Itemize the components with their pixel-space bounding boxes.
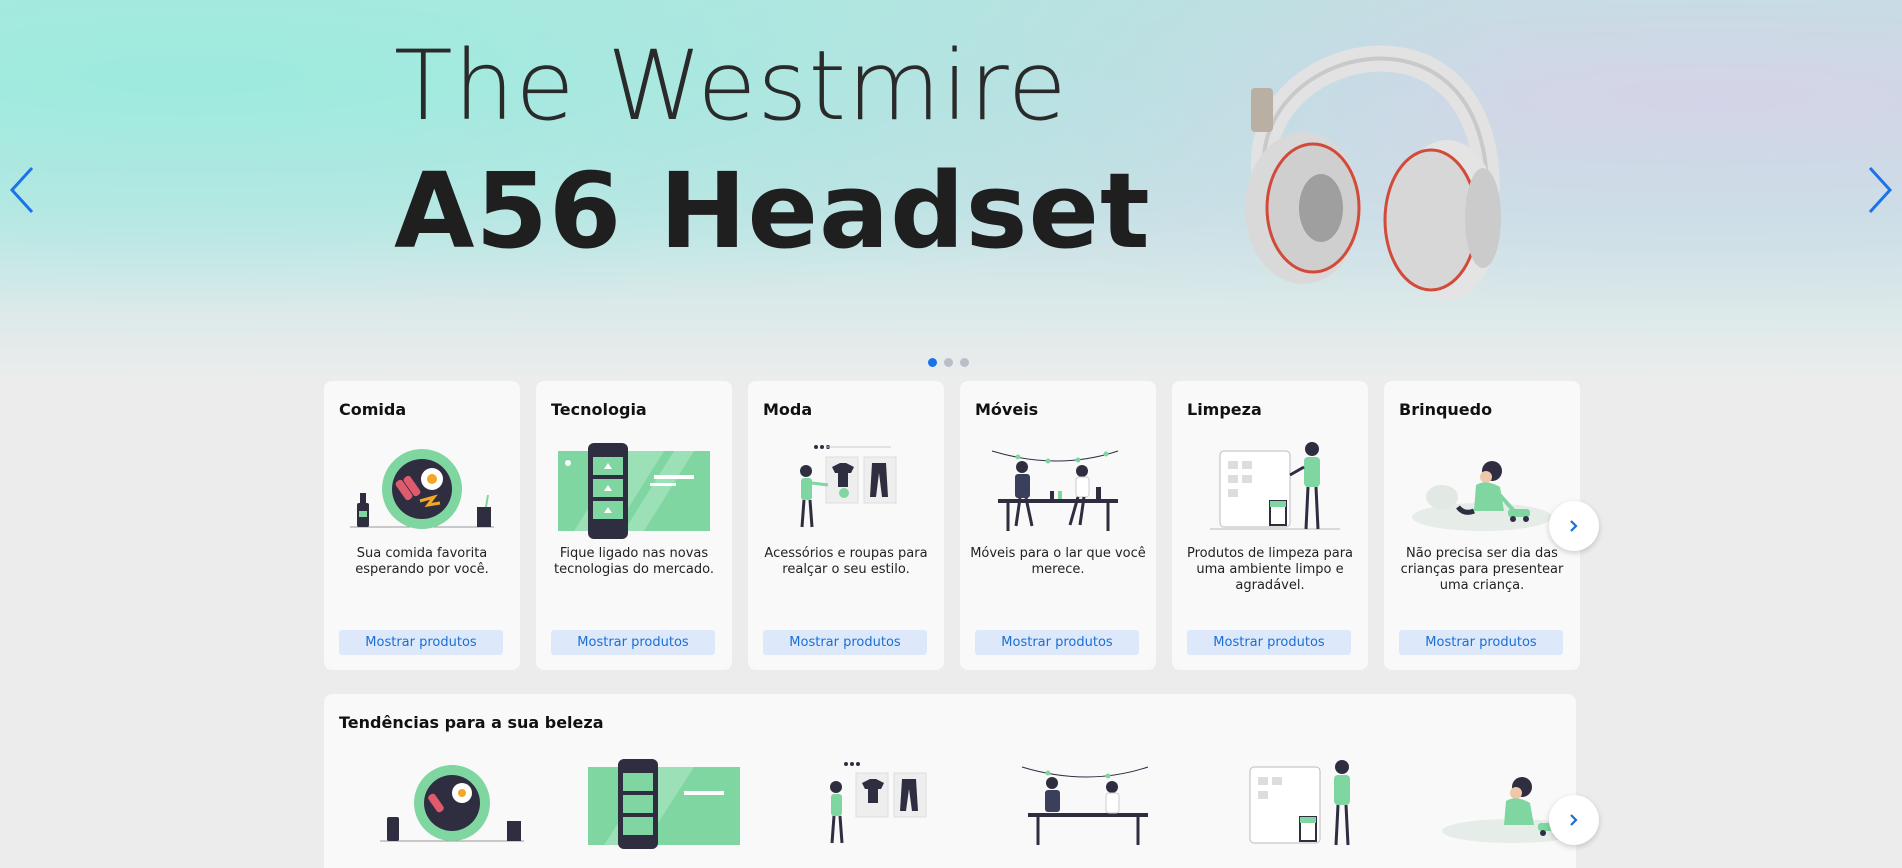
card-title: Comida: [339, 400, 407, 419]
cleaning-illustration[interactable]: [1217, 759, 1383, 849]
section-title: Tendências para a sua beleza: [339, 713, 604, 732]
furniture-dinner-illustration[interactable]: [1005, 759, 1171, 849]
card-title: Brinquedo: [1399, 400, 1493, 419]
trends-section: Tendências para a sua beleza: [324, 694, 1582, 868]
carousel-indicators: [928, 358, 969, 367]
show-products-button[interactable]: Mostrar produtos: [1399, 630, 1563, 655]
category-card-tecnologia: Tecnologia Fique ligado nas novas tecnol…: [536, 381, 732, 670]
card-title: Tecnologia: [551, 400, 647, 419]
card-title: Moda: [763, 400, 813, 419]
card-description: Fique ligado nas novas tecnologias do me…: [553, 546, 715, 577]
show-products-button[interactable]: Mostrar produtos: [339, 630, 503, 655]
toy-child-illustration: [1412, 461, 1552, 531]
card-title: Limpeza: [1187, 400, 1262, 419]
show-products-button[interactable]: Mostrar produtos: [551, 630, 715, 655]
chevron-left-icon: [9, 166, 34, 214]
category-card-comida: Comida Sua comida favorita esperando por…: [324, 381, 520, 670]
category-card-moda: Moda Acessórios e roupas para realçar o …: [748, 381, 944, 670]
hero-title-line-1: The Westmire: [394, 30, 1068, 142]
card-description: Acessórios e roupas para realçar o seu e…: [764, 546, 928, 577]
card-description: Móveis para o lar que você merece.: [970, 546, 1146, 577]
hero-banner: The Westmire A56 Headset: [0, 0, 1902, 380]
phone-tech-illustration[interactable]: [581, 759, 747, 849]
chevron-right-icon: [1570, 814, 1578, 826]
phone-tech-illustration: [558, 443, 710, 539]
card-description: Sua comida favorita esperando por você.: [355, 546, 489, 577]
category-cards-row: Comida Sua comida favorita esperando por…: [324, 381, 1580, 670]
chevron-right-icon: [1868, 166, 1893, 214]
card-title: Móveis: [975, 400, 1039, 419]
carousel-prev-button[interactable]: [2, 160, 42, 220]
chevron-right-icon: [1570, 520, 1578, 532]
carousel-next-button[interactable]: [1860, 160, 1900, 220]
headset-product-image: [1245, 45, 1501, 300]
carousel-dot-2[interactable]: [944, 358, 953, 367]
carousel-dot-1[interactable]: [928, 358, 937, 367]
furniture-dinner-illustration: [991, 450, 1119, 531]
fashion-illustration[interactable]: [793, 759, 959, 849]
card-description: Não precisa ser dia das crianças para pr…: [1400, 546, 1564, 593]
fashion-illustration: [800, 445, 897, 528]
trends-carousel: [369, 759, 1595, 849]
show-products-button[interactable]: Mostrar produtos: [1187, 630, 1351, 655]
card-description: Produtos de limpeza para uma ambiente li…: [1186, 546, 1354, 593]
food-plate-illustration: [350, 449, 494, 529]
category-card-limpeza: Limpeza Produtos de limpeza para uma amb…: [1172, 381, 1368, 670]
trends-next-button[interactable]: [1549, 795, 1599, 845]
food-plate-illustration[interactable]: [369, 759, 535, 849]
cleaning-illustration: [1210, 442, 1340, 530]
categories-next-button[interactable]: [1549, 501, 1599, 551]
carousel-dot-3[interactable]: [960, 358, 969, 367]
show-products-button[interactable]: Mostrar produtos: [975, 630, 1139, 655]
hero-title-line-2: A56 Headset: [394, 150, 1151, 272]
category-card-moveis: Móveis Móveis para o lar que você merece…: [960, 381, 1156, 670]
show-products-button[interactable]: Mostrar produtos: [763, 630, 927, 655]
